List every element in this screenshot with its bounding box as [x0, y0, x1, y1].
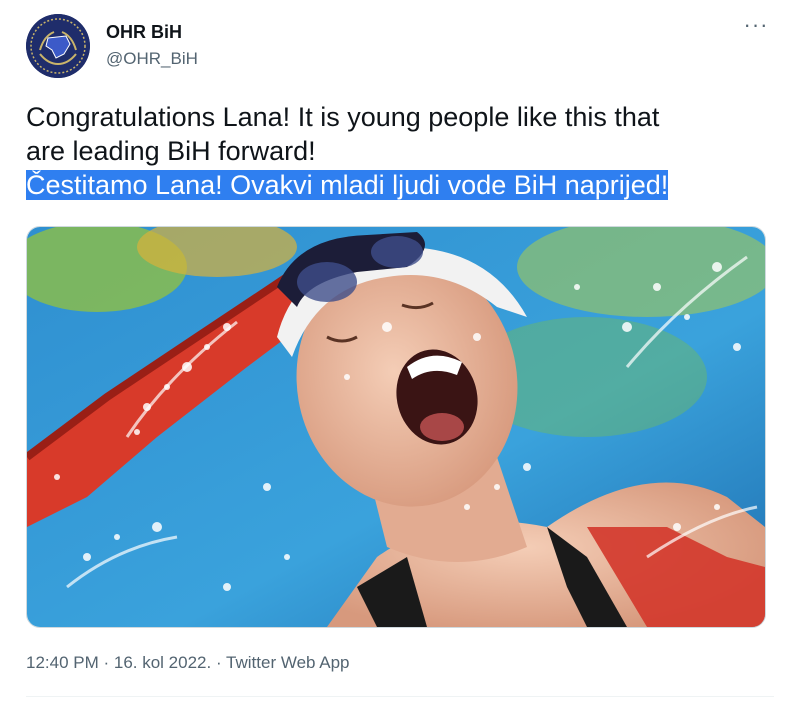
- tweet-source-app[interactable]: Twitter Web App: [226, 653, 349, 672]
- divider: [26, 696, 774, 697]
- tweet-text-line-2: are leading BiH forward!: [26, 136, 316, 166]
- more-options-icon[interactable]: ···: [738, 14, 774, 40]
- author-handle[interactable]: @OHR_BiH: [106, 49, 198, 69]
- meta-separator: ·: [98, 653, 114, 672]
- tweet-photo[interactable]: [26, 226, 766, 628]
- ohr-logo-icon: [26, 14, 90, 78]
- avatar[interactable]: [26, 14, 90, 78]
- tweet-text: Congratulations Lana! It is young people…: [26, 100, 766, 202]
- tweet-meta: 12:40 PM · 16. kol 2022. · Twitter Web A…: [26, 653, 350, 673]
- tweet-card: OHR BiH @OHR_BiH ··· Congratulations Lan…: [0, 0, 800, 724]
- tweet-text-line-1: Congratulations Lana! It is young people…: [26, 102, 660, 132]
- tweet-text-selected: Čestitamo Lana! Ovakvi mladi ljudi vode …: [26, 170, 669, 200]
- tweet-date[interactable]: 16. kol 2022.: [114, 653, 211, 672]
- tweet-time[interactable]: 12:40 PM: [26, 653, 99, 672]
- author-name[interactable]: OHR BiH: [106, 22, 182, 43]
- meta-separator: ·: [211, 653, 227, 672]
- photo-swimmer-icon: [27, 227, 765, 627]
